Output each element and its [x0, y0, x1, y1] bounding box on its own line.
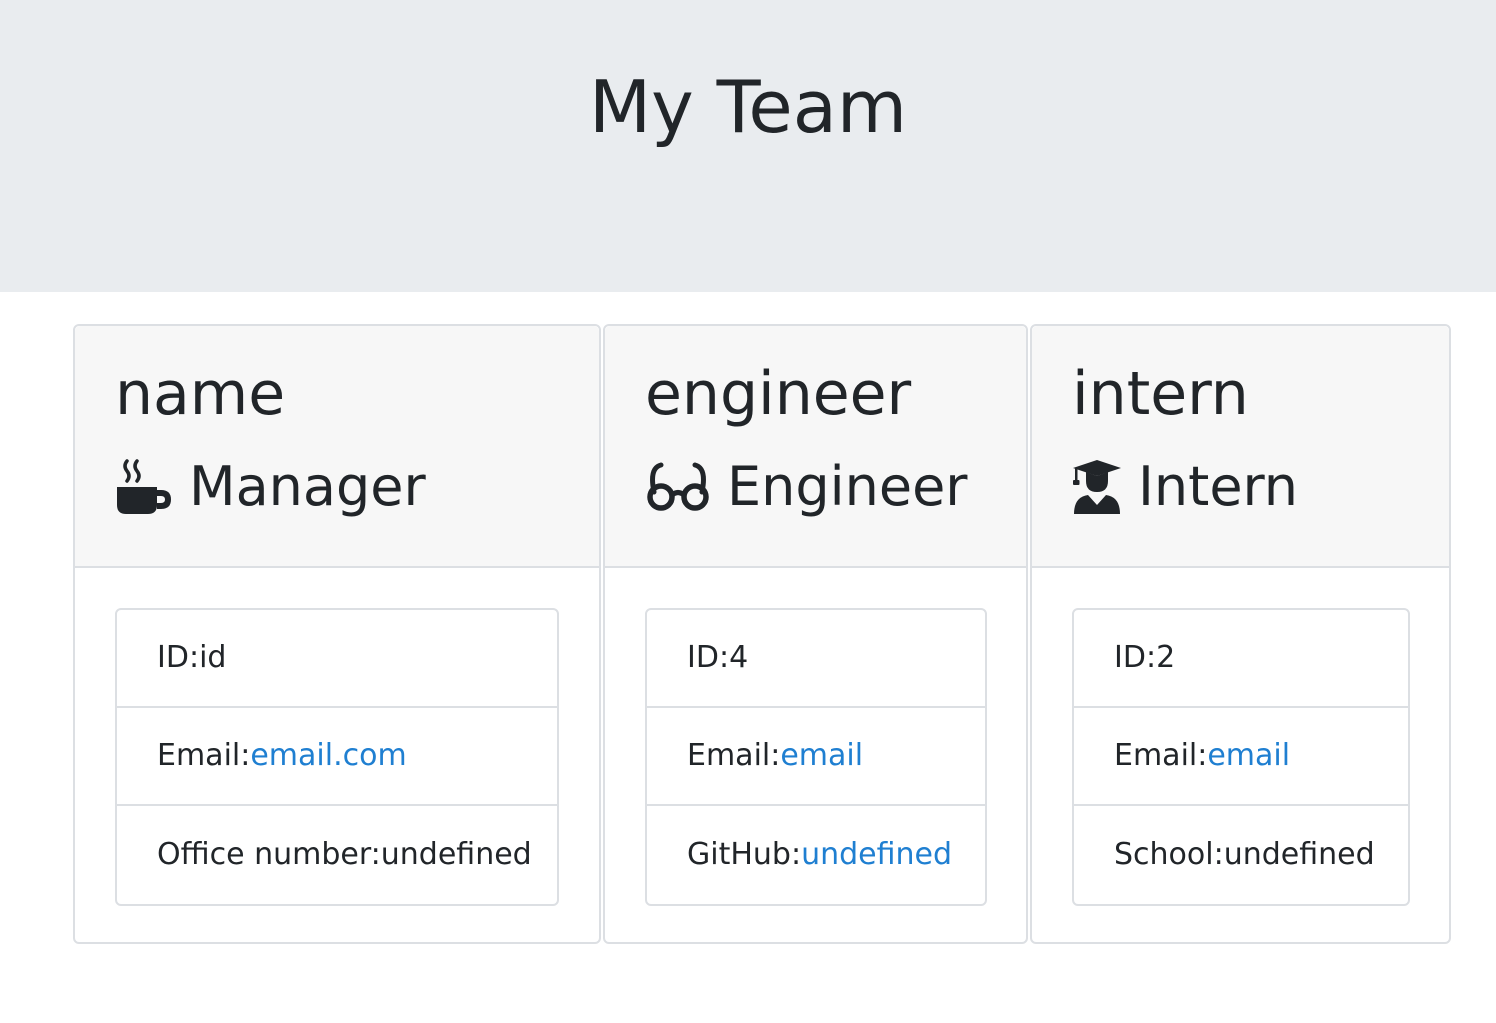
intern-card: intern Intern ID: 2 Email: email School:… — [1030, 324, 1451, 944]
employee-name: engineer — [645, 359, 912, 429]
id-value: 2 — [1156, 640, 1176, 675]
details-list: ID: id Email: email.com Office number: u… — [115, 608, 559, 906]
email-link[interactable]: email — [780, 736, 863, 776]
office-number-label: Office number: — [157, 837, 381, 872]
github-link[interactable]: undefined — [801, 835, 952, 875]
team-cards: name Manager ID: id Email: email.com Off… — [73, 324, 1453, 944]
list-item-github: GitHub: undefined — [647, 806, 985, 904]
id-value: id — [199, 640, 227, 675]
graduate-icon — [1072, 459, 1122, 515]
office-number-value: undefined — [380, 837, 532, 872]
manager-card: name Manager ID: id Email: email.com Off… — [73, 324, 601, 944]
employee-name: name — [115, 359, 286, 429]
email-link[interactable]: email.com — [250, 736, 406, 776]
card-header: engineer Engineer — [605, 326, 1026, 568]
email-label: Email: — [687, 738, 781, 773]
list-item-email: Email: email — [647, 708, 985, 806]
page-title: My Team — [589, 65, 907, 149]
school-value: undefined — [1223, 837, 1375, 872]
list-item-id: ID: 4 — [647, 610, 985, 708]
list-item-id: ID: 2 — [1074, 610, 1408, 708]
card-header: name Manager — [75, 326, 599, 568]
email-label: Email: — [157, 738, 251, 773]
employee-name: intern — [1072, 359, 1249, 429]
email-label: Email: — [1114, 738, 1208, 773]
list-item-email: Email: email.com — [117, 708, 557, 806]
list-item-email: Email: email — [1074, 708, 1408, 806]
engineer-card: engineer Engineer ID: 4 Email: email Git… — [603, 324, 1028, 944]
list-item-id: ID: id — [117, 610, 557, 708]
list-item-school: School: undefined — [1074, 806, 1408, 904]
list-item-office-number: Office number: undefined — [117, 806, 557, 904]
id-label: ID: — [687, 640, 730, 675]
role-label: Manager — [189, 455, 426, 518]
school-label: School: — [1114, 837, 1224, 872]
email-link[interactable]: email — [1207, 736, 1290, 776]
header-banner: My Team — [0, 0, 1496, 292]
details-list: ID: 2 Email: email School: undefined — [1072, 608, 1410, 906]
employee-role: Intern — [1072, 452, 1298, 522]
employee-role: Manager — [115, 452, 426, 522]
id-value: 4 — [729, 640, 749, 675]
github-label: GitHub: — [687, 837, 802, 872]
id-label: ID: — [1114, 640, 1157, 675]
card-header: intern Intern — [1032, 326, 1449, 568]
employee-role: Engineer — [645, 452, 968, 522]
role-label: Engineer — [727, 455, 968, 518]
id-label: ID: — [157, 640, 200, 675]
details-list: ID: 4 Email: email GitHub: undefined — [645, 608, 987, 906]
glasses-icon — [645, 462, 711, 512]
mug-icon — [115, 459, 173, 515]
role-label: Intern — [1138, 455, 1299, 518]
